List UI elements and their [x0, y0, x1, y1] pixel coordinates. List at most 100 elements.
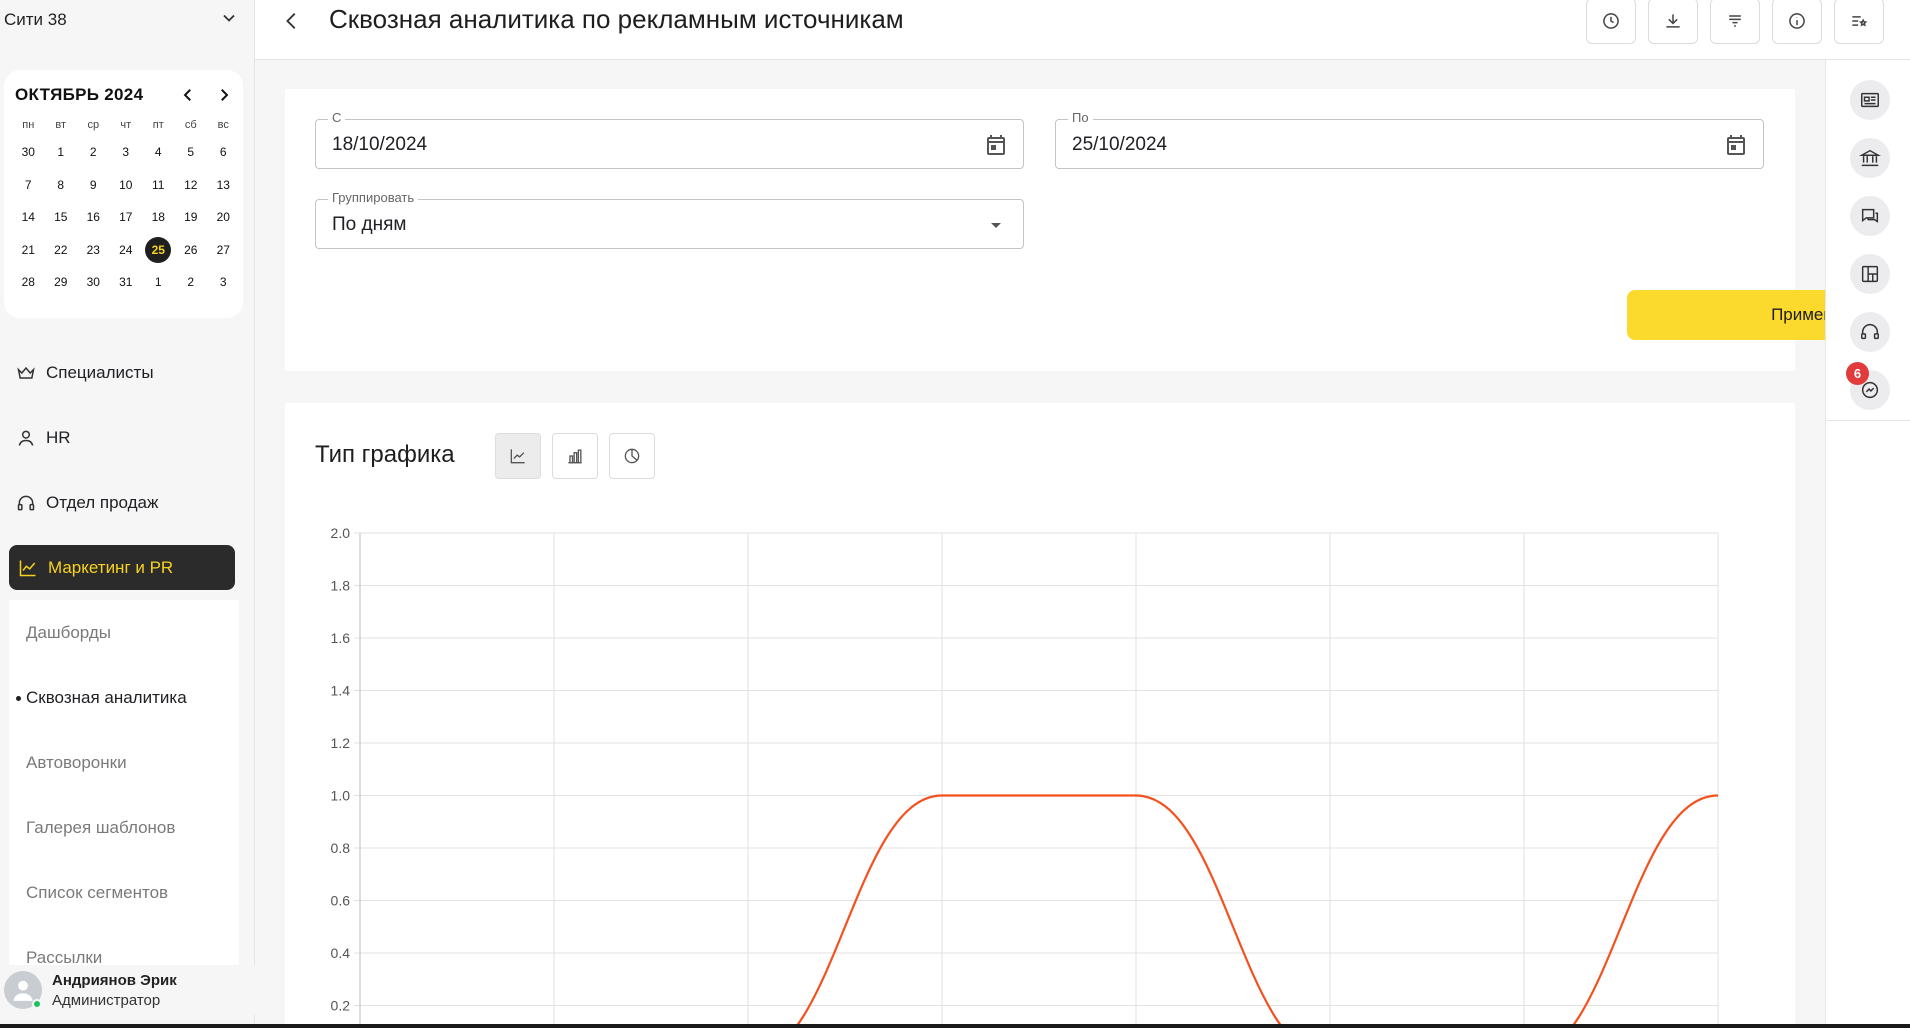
- calendar-day[interactable]: 29: [45, 266, 78, 299]
- date-to-label: По: [1068, 110, 1093, 125]
- history-button[interactable]: [1586, 0, 1636, 44]
- marketing-subnav: Дашборды Сквозная аналитика Автоворонки …: [9, 600, 239, 990]
- calendar-day-today[interactable]: 25: [142, 234, 175, 267]
- date-from-value: 18/10/2024: [332, 134, 428, 155]
- calendar-month-title: ОКТЯБРЬ 2024: [15, 85, 144, 104]
- main-content: С 18/10/2024 По 25/10/2024 Группировать …: [255, 60, 1910, 1028]
- crown-icon: [17, 366, 35, 379]
- calendar-day[interactable]: 19: [175, 201, 208, 234]
- y-tick-label: 0.2: [331, 998, 351, 1014]
- group-by-select[interactable]: Группировать По дням: [315, 190, 1024, 249]
- settings-list-button[interactable]: [1834, 0, 1884, 44]
- person-icon: [18, 430, 34, 446]
- rail-button-card[interactable]: [1850, 80, 1890, 120]
- calendar-day[interactable]: 17: [110, 201, 143, 234]
- calendar-day[interactable]: 8: [45, 169, 78, 202]
- calendar-day[interactable]: 3: [110, 136, 143, 169]
- calendar-day[interactable]: 7: [12, 169, 45, 202]
- calendar-day[interactable]: 21: [12, 234, 45, 267]
- dropdown-arrow-icon[interactable]: [983, 212, 1009, 238]
- calendar-day[interactable]: 15: [45, 201, 78, 234]
- calendar-day[interactable]: 20: [207, 201, 240, 234]
- calendar-day[interactable]: 9: [77, 169, 110, 202]
- calendar-weekday: чт: [120, 119, 132, 131]
- group-by-label: Группировать: [328, 190, 419, 205]
- user-name: Андриянов Эрик: [52, 971, 177, 989]
- subnav-item-template-gallery[interactable]: Галерея шаблонов: [9, 795, 239, 860]
- calendar-day[interactable]: 28: [12, 266, 45, 299]
- calendar-next-button[interactable]: [215, 86, 233, 104]
- calendar-day[interactable]: 27: [207, 234, 240, 267]
- calendar-day[interactable]: 12: [175, 169, 208, 202]
- calendar-weekday: пн: [22, 119, 35, 131]
- support-headset-icon: [1861, 324, 1879, 340]
- bank-icon: [1859, 149, 1881, 167]
- filter-list-button[interactable]: [1710, 0, 1760, 44]
- subnav-item-autofunnels[interactable]: Автоворонки: [9, 730, 239, 795]
- subnav-item-end-to-end-analytics[interactable]: Сквозная аналитика: [9, 665, 239, 730]
- y-tick-label: 1.4: [331, 683, 351, 699]
- rail-button-board[interactable]: [1850, 254, 1890, 294]
- board-icon: [1861, 265, 1879, 283]
- clock-icon: [1603, 13, 1619, 29]
- calendar-day[interactable]: 3: [207, 266, 240, 299]
- sidebar-item-label: HR: [46, 427, 71, 447]
- calendar-day[interactable]: 4: [142, 136, 175, 169]
- back-button[interactable]: [277, 6, 307, 36]
- sidebar-nav: Специалисты HR Отдел продаж Маркетинг и …: [0, 340, 255, 990]
- rail-button-support[interactable]: [1850, 312, 1890, 352]
- rail-button-chat[interactable]: [1850, 196, 1890, 236]
- y-tick-label: 0.6: [331, 893, 351, 909]
- date-to-field[interactable]: По 25/10/2024: [1055, 110, 1764, 169]
- sidebar-item-specialists[interactable]: Специалисты: [0, 340, 255, 405]
- subnav-item-dashboards[interactable]: Дашборды: [9, 600, 239, 665]
- rail-button-bank[interactable]: [1850, 138, 1890, 178]
- calendar-day[interactable]: 30: [77, 266, 110, 299]
- sidebar-item-sales[interactable]: Отдел продаж: [0, 470, 255, 535]
- page-title: Сквозная аналитика по рекламным источник…: [329, 4, 904, 34]
- calendar-day[interactable]: 24: [110, 234, 143, 267]
- calendar-day[interactable]: 23: [77, 234, 110, 267]
- avatar[interactable]: [4, 971, 42, 1009]
- calendar-day[interactable]: 2: [77, 136, 110, 169]
- calendar-day[interactable]: 5: [175, 136, 208, 169]
- headset-icon: [17, 495, 35, 510]
- calendar-icon[interactable]: [1723, 132, 1749, 158]
- calendar-day[interactable]: 2: [175, 266, 208, 299]
- chevron-down-icon: [219, 8, 239, 33]
- y-tick-label: 0.4: [331, 945, 351, 961]
- filter-list-icon: [1729, 15, 1741, 27]
- subnav-item-segments[interactable]: Список сегментов: [9, 860, 239, 925]
- user-card[interactable]: Андриянов Эрик Администратор: [0, 965, 255, 1015]
- calendar-day[interactable]: 14: [12, 201, 45, 234]
- calendar-day[interactable]: 18: [142, 201, 175, 234]
- download-button[interactable]: [1648, 0, 1698, 44]
- date-from-field[interactable]: С 18/10/2024: [315, 110, 1024, 169]
- sidebar-item-label: Отдел продаж: [46, 492, 159, 512]
- calendar-prev-button[interactable]: [179, 86, 197, 104]
- y-tick-label: 1.6: [331, 630, 351, 646]
- info-button[interactable]: [1772, 0, 1822, 44]
- calendar-day[interactable]: 26: [175, 234, 208, 267]
- calendar-day[interactable]: 1: [142, 266, 175, 299]
- calendar-day[interactable]: 10: [110, 169, 143, 202]
- calendar-weekday: вс: [217, 119, 229, 131]
- org-selector[interactable]: Сити 38: [0, 0, 255, 40]
- calendar-day[interactable]: 13: [207, 169, 240, 202]
- calendar-weekday: пт: [152, 119, 164, 131]
- sidebar-item-hr[interactable]: HR: [0, 405, 255, 470]
- sidebar: Сити 38 ОКТЯБРЬ 2024 пн вт ср чт пт сб вс 30 1 2 3…: [0, 0, 255, 1028]
- calendar-day[interactable]: 11: [142, 169, 175, 202]
- calendar-day[interactable]: 22: [45, 234, 78, 267]
- calendar-day[interactable]: 31: [110, 266, 143, 299]
- calendar-day[interactable]: 30: [12, 136, 45, 169]
- sidebar-item-marketing[interactable]: Маркетинг и PR: [9, 545, 235, 590]
- y-tick-label: 1.2: [331, 735, 351, 751]
- calendar-icon[interactable]: [983, 132, 1009, 158]
- y-tick-label: 1.8: [331, 578, 351, 594]
- calendar-day[interactable]: 16: [77, 201, 110, 234]
- group-by-value: По дням: [332, 214, 407, 235]
- calendar-day[interactable]: 1: [45, 136, 78, 169]
- calendar-day[interactable]: 6: [207, 136, 240, 169]
- topbar: Сквозная аналитика по рекламным источник…: [255, 0, 1910, 60]
